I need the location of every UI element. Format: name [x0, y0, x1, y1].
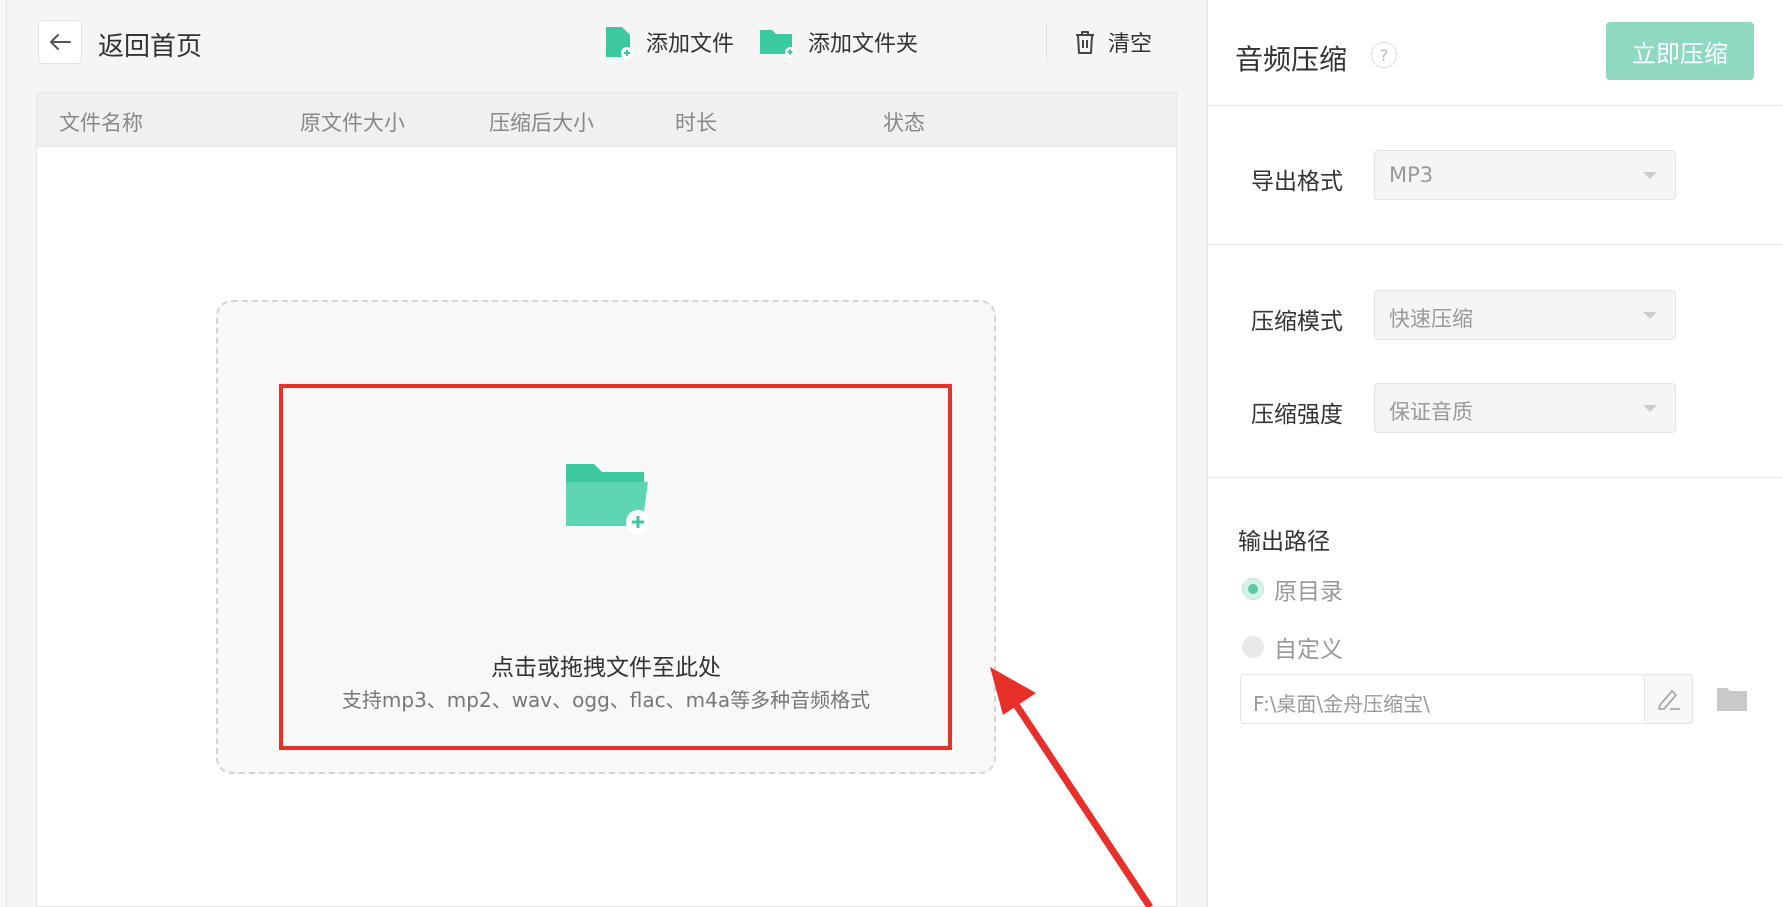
- back-button[interactable]: [38, 20, 82, 64]
- toolbar: 返回首页 添加文件 添加文件夹 清空: [38, 14, 1178, 70]
- divider: [1208, 477, 1783, 478]
- format-label: 导出格式: [1251, 169, 1343, 195]
- edit-pen-icon: [1657, 690, 1680, 710]
- radio-selected-icon: [1242, 578, 1264, 600]
- clear-label: 清空: [1108, 32, 1153, 57]
- dropdown-arrow-icon: [1643, 172, 1657, 179]
- mode-select[interactable]: 快速压缩: [1374, 290, 1676, 340]
- radio-original-directory[interactable]: 原目录: [1242, 572, 1343, 606]
- trash-icon: [1076, 31, 1094, 54]
- table-header: 文件名称 原文件大小 压缩后大小 时长 状态: [37, 93, 1176, 147]
- toolbar-separator: [1046, 24, 1047, 62]
- output-path-value: F:\桌面\金舟压缩宝\: [1253, 692, 1430, 716]
- add-file-label: 添加文件: [646, 32, 735, 57]
- help-icon[interactable]: ?: [1371, 42, 1397, 68]
- add-folder-label: 添加文件夹: [808, 32, 919, 57]
- dropdown-arrow-icon: [1643, 405, 1657, 412]
- mode-value: 快速压缩: [1389, 307, 1473, 331]
- column-header-compressed-size: 压缩后大小: [489, 111, 594, 135]
- radio-custom-label: 自定义: [1274, 637, 1343, 663]
- strength-label: 压缩强度: [1251, 402, 1343, 428]
- clear-button[interactable]: 清空: [1074, 20, 1152, 64]
- column-header-name: 文件名称: [59, 111, 143, 135]
- column-header-duration: 时长: [675, 111, 717, 135]
- compress-now-button[interactable]: 立即压缩: [1606, 22, 1754, 80]
- dropdown-arrow-icon: [1643, 312, 1657, 319]
- drop-zone-title: 点击或拖拽文件至此处: [491, 655, 721, 681]
- folder-plus-icon: [566, 464, 650, 534]
- column-header-status: 状态: [883, 111, 925, 135]
- divider: [1208, 105, 1783, 106]
- panel-title: 音频压缩: [1235, 43, 1348, 76]
- add-file-icon: [606, 27, 633, 59]
- add-file-button[interactable]: 添加文件: [604, 20, 734, 64]
- format-value: MP3: [1389, 163, 1434, 187]
- left-edge-divider: [6, 0, 7, 907]
- output-path-field[interactable]: F:\桌面\金舟压缩宝\: [1240, 674, 1645, 724]
- format-select[interactable]: MP3: [1374, 150, 1676, 200]
- output-path-label: 输出路径: [1238, 529, 1330, 555]
- drop-zone-subtitle: 支持mp3、mp2、wav、ogg、flac、m4a等多种音频格式: [341, 688, 871, 712]
- add-folder-button[interactable]: 添加文件夹: [758, 20, 918, 64]
- add-folder-icon: [760, 30, 795, 57]
- strength-value: 保证音质: [1389, 400, 1473, 424]
- radio-unselected-icon: [1242, 636, 1264, 658]
- strength-select[interactable]: 保证音质: [1374, 383, 1676, 433]
- radio-custom-directory[interactable]: 自定义: [1242, 630, 1343, 664]
- divider: [1208, 244, 1783, 245]
- settings-panel: 音频压缩 ? 立即压缩 导出格式 MP3 压缩模式 快速压缩 压缩强度 保证音质…: [1207, 0, 1783, 907]
- edit-path-button[interactable]: [1645, 674, 1693, 724]
- back-label[interactable]: 返回首页: [98, 26, 202, 63]
- radio-original-label: 原目录: [1274, 579, 1343, 605]
- back-arrow-icon: [50, 34, 71, 50]
- column-header-original-size: 原文件大小: [300, 111, 405, 135]
- folder-icon[interactable]: [1716, 686, 1748, 712]
- mode-label: 压缩模式: [1251, 309, 1343, 335]
